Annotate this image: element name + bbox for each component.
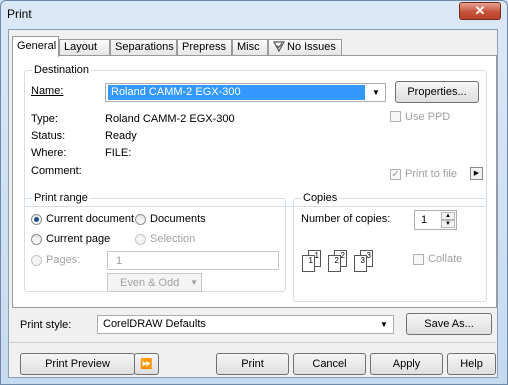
current-page-radio[interactable]: [31, 234, 42, 245]
spin-up-icon[interactable]: ▲: [441, 212, 455, 220]
documents-label: Documents: [150, 213, 206, 225]
name-label: Name:: [31, 84, 63, 98]
print-to-file-menu-arrow[interactable]: ▶: [470, 167, 483, 180]
tab-misc-label: Misc: [237, 41, 260, 53]
print-style-label: Print style:: [20, 319, 72, 331]
page-set-value: Even & Odd: [120, 277, 180, 289]
chevron-down-icon: ▼: [190, 278, 198, 287]
cancel-button[interactable]: Cancel: [293, 353, 366, 375]
properties-button[interactable]: Properties...: [395, 81, 479, 103]
general-tab-panel: Destination Name: Roland CAMM-2 EGX-300 …: [12, 55, 497, 308]
printer-name-value: Roland CAMM-2 EGX-300: [108, 85, 365, 100]
tab-general[interactable]: General: [12, 36, 59, 57]
close-icon: ✕: [474, 3, 486, 18]
selection-radio[interactable]: [135, 234, 146, 245]
copies-value: 1: [421, 214, 428, 226]
tab-layout[interactable]: Layout: [59, 39, 110, 56]
where-value: FILE:: [105, 147, 132, 159]
collate-preview-icon: 1 1 2 2 3 3: [300, 250, 390, 286]
expand-preview-button[interactable]: ⏩: [134, 353, 159, 375]
name-label-text: Name:: [31, 85, 64, 97]
status-label: Status:: [31, 130, 66, 142]
page-set-dropdown[interactable]: Even & Odd ▼: [107, 273, 202, 292]
tab-no-issues-label: No Issues: [287, 41, 336, 53]
documents-radio[interactable]: [135, 214, 146, 225]
print-style-dropdown[interactable]: CorelDRAW Defaults ▼: [97, 315, 394, 334]
copies-group-title: Copies: [301, 191, 340, 205]
comment-label: Comment:: [31, 165, 82, 177]
triangle-right-icon: ▶: [473, 170, 480, 177]
close-button[interactable]: ✕: [459, 2, 501, 20]
pages-input[interactable]: 1: [107, 251, 279, 270]
chevron-down-icon: ▼: [372, 88, 380, 97]
tab-prepress-label: Prepress: [182, 41, 227, 53]
chevron-down-icon: ▼: [380, 320, 388, 329]
collate-label: Collate: [428, 253, 463, 265]
use-ppd-checkbox[interactable]: [390, 111, 401, 122]
sheet-3-front: 3: [354, 255, 367, 272]
use-ppd-label: Use PPD: [405, 111, 451, 123]
print-button[interactable]: Print: [216, 353, 289, 375]
pages-label: Pages:: [46, 254, 81, 266]
apply-button[interactable]: Apply: [370, 353, 443, 375]
type-label: Type:: [31, 113, 58, 125]
pages-input-value: 1: [116, 255, 123, 267]
title-bar[interactable]: Print ✕: [1, 1, 507, 27]
selection-label: Selection: [150, 233, 196, 245]
tab-separations[interactable]: Separations: [110, 39, 177, 56]
print-preview-button[interactable]: Print Preview: [20, 353, 135, 375]
print-style-value: CorelDRAW Defaults: [103, 318, 206, 330]
tab-layout-label: Layout: [64, 41, 98, 53]
help-button[interactable]: Help: [447, 353, 496, 375]
copies-spinner[interactable]: 1 ▲ ▼: [414, 210, 457, 230]
sheet-2-front: 2: [328, 255, 341, 272]
tab-general-label: General: [17, 40, 57, 52]
tab-misc[interactable]: Misc: [232, 39, 268, 56]
window-title: Print: [7, 7, 32, 21]
status-value: Ready: [105, 130, 137, 142]
tab-no-issues[interactable]: No Issues: [268, 39, 342, 56]
current-document-label: Current document: [46, 213, 135, 225]
sheet-1-front: 1: [302, 255, 315, 272]
spin-down-icon[interactable]: ▼: [441, 220, 455, 228]
save-as-button[interactable]: Save As...: [406, 313, 492, 335]
pages-radio[interactable]: [31, 255, 42, 266]
collate-checkbox[interactable]: [413, 254, 424, 265]
current-page-label: Current page: [46, 233, 111, 245]
no-issues-icon: [272, 40, 287, 55]
print-to-file-label: Print to file: [405, 168, 457, 180]
destination-group-title: Destination: [32, 63, 92, 77]
print-range-group-title: Print range: [32, 191, 90, 205]
number-of-copies-label: Number of copies:: [301, 213, 391, 225]
tab-separations-label: Separations: [115, 41, 174, 53]
type-value: Roland CAMM-2 EGX-300: [105, 113, 235, 125]
separator: [10, 342, 496, 343]
where-label: Where:: [31, 147, 67, 159]
current-document-radio[interactable]: [31, 214, 42, 225]
tab-prepress[interactable]: Prepress: [177, 39, 232, 56]
print-to-file-checkbox[interactable]: ✓: [390, 169, 401, 180]
printer-name-dropdown[interactable]: Roland CAMM-2 EGX-300 ▼: [105, 83, 386, 102]
double-arrow-icon: ⏩: [140, 359, 153, 370]
